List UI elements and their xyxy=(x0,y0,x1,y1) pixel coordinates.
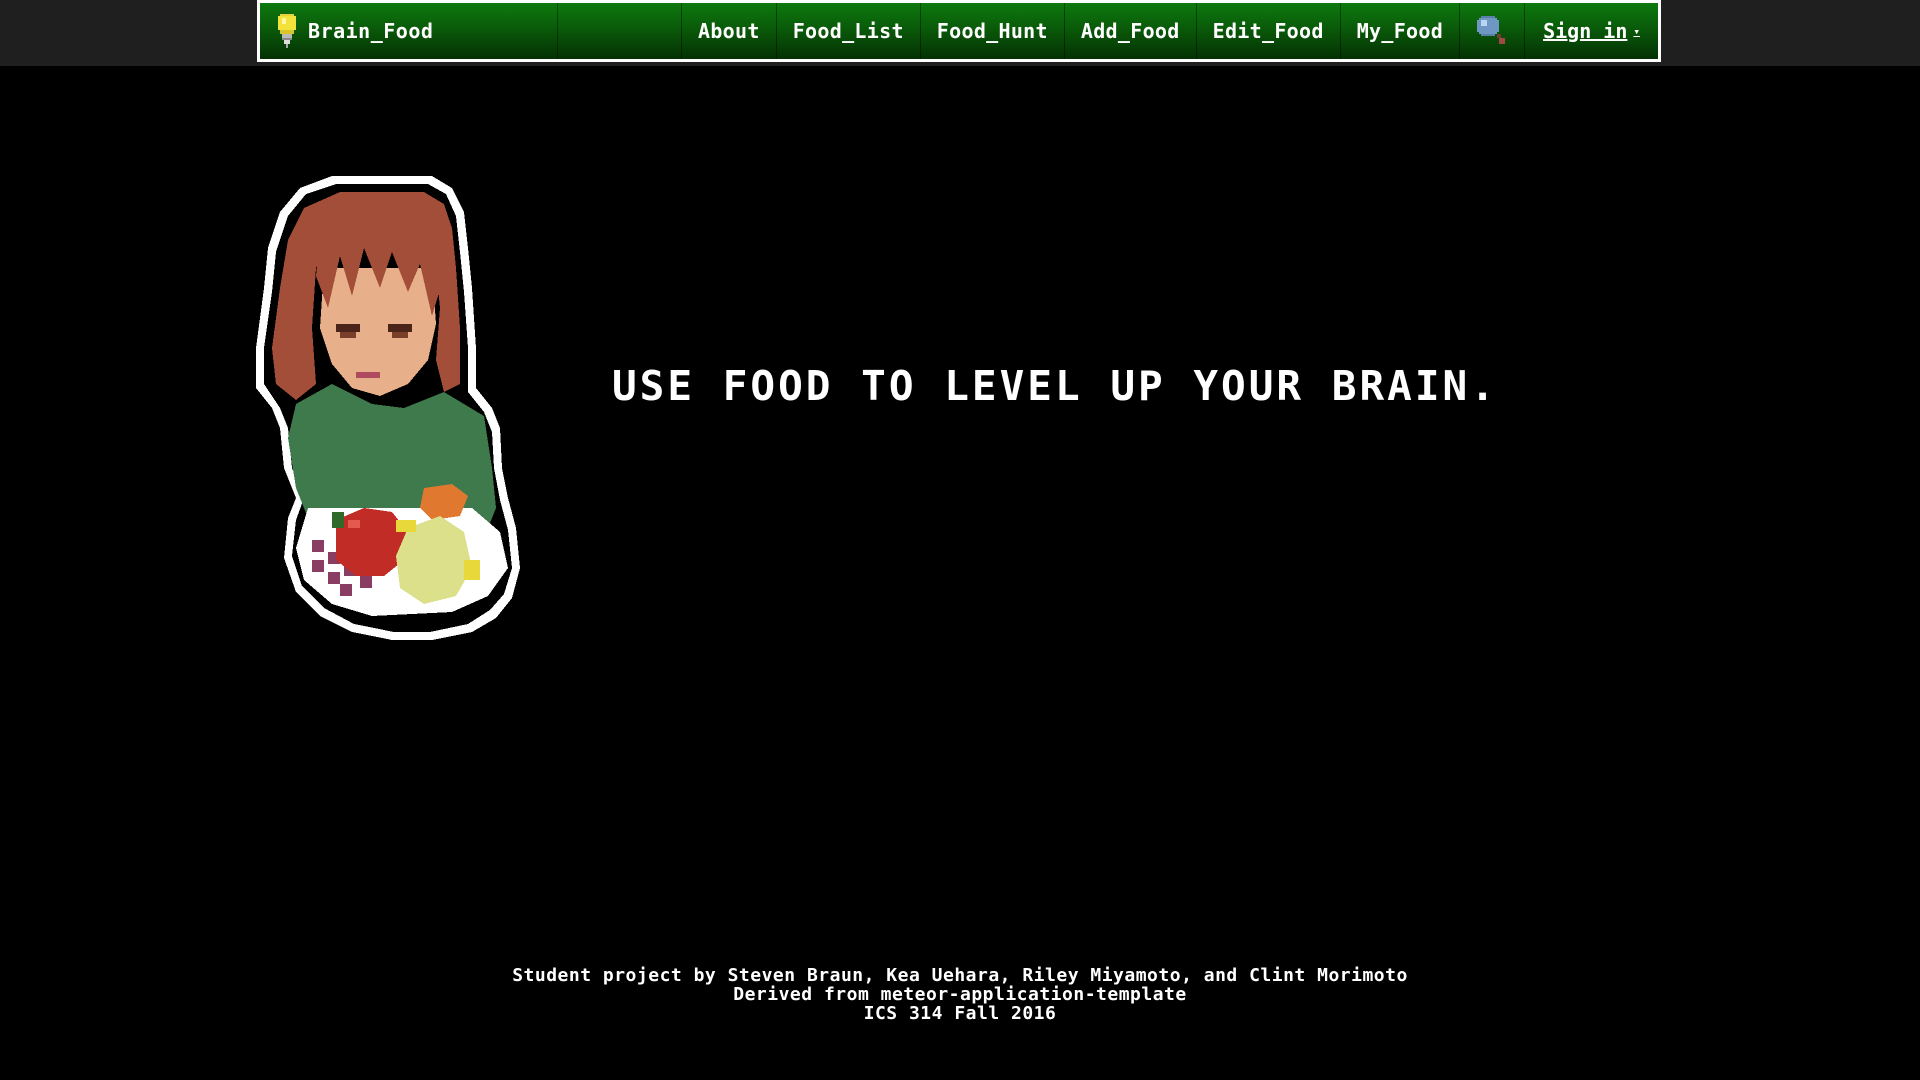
hero-tagline: USE FOOD TO LEVEL UP YOUR BRAIN. xyxy=(612,362,1498,410)
hero-image xyxy=(256,176,520,640)
nav-item-edit-food[interactable]: Edit_Food xyxy=(1195,3,1340,59)
nav-item-about[interactable]: About xyxy=(681,3,776,59)
brand-name: Brain_Food xyxy=(308,19,434,43)
footer: Student project by Steven Braun, Kea Ueh… xyxy=(0,966,1920,1023)
lightbulb-icon xyxy=(278,14,296,48)
nav-item-my-food[interactable]: My_Food xyxy=(1339,3,1459,59)
navbar: Brain_Food About Food_List Food_Hunt Add… xyxy=(257,0,1661,62)
sign-in-label: Sign in xyxy=(1543,19,1628,43)
sign-in-dropdown[interactable]: Sign in ▾ xyxy=(1524,3,1658,59)
nav-item-food-hunt[interactable]: Food_Hunt xyxy=(919,3,1064,59)
chevron-down-icon: ▾ xyxy=(1633,24,1640,38)
nav-menu: About Food_List Food_Hunt Add_Food Edit_… xyxy=(681,3,1658,59)
search-button[interactable] xyxy=(1459,3,1524,59)
footer-course: ICS 314 Fall 2016 xyxy=(863,1003,1057,1024)
nav-item-add-food[interactable]: Add_Food xyxy=(1063,3,1196,59)
nav-item-food-list[interactable]: Food_List xyxy=(775,3,920,59)
footer-credits: Student project by Steven Braun, Kea Ueh… xyxy=(512,965,1408,986)
magnifier-icon xyxy=(1477,16,1506,44)
footer-template-link: Derived from meteor-application-template xyxy=(733,984,1187,1005)
brand-link[interactable]: Brain_Food xyxy=(260,3,558,59)
